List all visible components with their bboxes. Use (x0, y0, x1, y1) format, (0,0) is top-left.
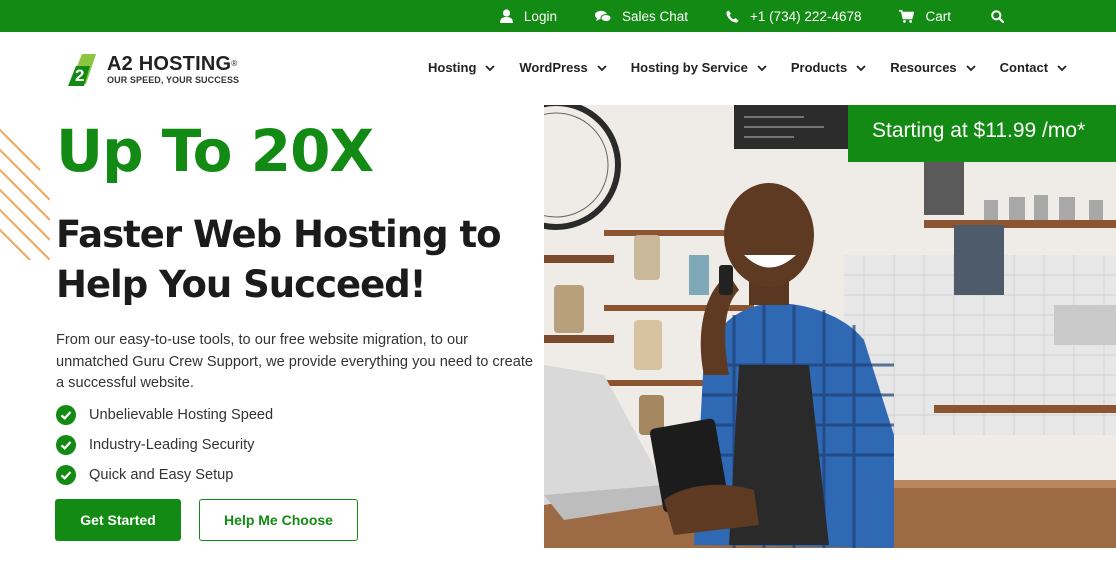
nav-label: Resources (890, 60, 957, 75)
phone-icon (726, 10, 739, 23)
nav-hosting[interactable]: Hosting (428, 60, 496, 75)
hero-description: From our easy-to-use tools, to our free … (56, 332, 533, 391)
feature-list: Unbelievable Hosting Speed Industry-Lead… (56, 400, 273, 490)
main-nav: Hosting WordPress Hosting by Service Pro… (428, 60, 1091, 75)
chevron-down-icon (757, 64, 767, 71)
logo[interactable]: 2 A2 HOSTING® OUR SPEED, YOUR SUCCESS (66, 50, 239, 88)
search-button[interactable] (991, 9, 1004, 23)
chevron-down-icon (856, 64, 866, 71)
nav-label: WordPress (519, 60, 588, 75)
logo-name: A2 HOSTING (107, 52, 232, 75)
phone-label: +1 (734) 222-4678 (750, 8, 862, 24)
price-banner-text: Starting at $11.99 /mo* (872, 119, 1086, 142)
decorative-stripes (0, 128, 50, 260)
nav-wordpress[interactable]: WordPress (519, 60, 607, 75)
registered-mark: ® (231, 58, 238, 68)
hero-title: Up To 20X (56, 117, 374, 185)
check-circle-icon (56, 435, 76, 455)
check-circle-icon (56, 405, 76, 425)
hero-subtitle: Faster Web Hosting to Help You Succeed! (56, 213, 502, 306)
get-started-button[interactable]: Get Started (55, 499, 181, 541)
a2-logo-mark: 2 (68, 54, 96, 86)
hero-photo-illustration (544, 105, 1116, 548)
top-utility-bar: Login Sales Chat +1 (734) 222-4678 Cart (0, 0, 1116, 32)
cart-link[interactable]: Cart (899, 9, 951, 24)
sales-chat-link[interactable]: Sales Chat (594, 8, 689, 24)
logo-mark-digit: 2 (75, 66, 84, 85)
nav-resources[interactable]: Resources (890, 60, 976, 75)
nav-hosting-by-service[interactable]: Hosting by Service (631, 60, 767, 75)
list-item: Unbelievable Hosting Speed (56, 400, 273, 430)
logo-tagline: OUR SPEED, YOUR SUCCESS (107, 74, 240, 85)
nav-label: Contact (999, 60, 1049, 75)
feature-label: Unbelievable Hosting Speed (89, 407, 274, 423)
nav-label: Products (790, 60, 848, 75)
cart-icon (899, 9, 915, 23)
help-me-choose-button[interactable]: Help Me Choose (199, 499, 358, 541)
list-item: Industry-Leading Security (56, 430, 273, 460)
nav-contact[interactable]: Contact (1000, 60, 1067, 75)
chat-icon (594, 10, 611, 22)
hero-photo (544, 105, 1116, 548)
login-label: Login (523, 8, 557, 24)
nav-products[interactable]: Products (791, 60, 866, 75)
user-icon (499, 9, 513, 23)
check-circle-icon (56, 465, 76, 485)
feature-label: Quick and Easy Setup (89, 467, 234, 483)
sales-chat-label: Sales Chat (621, 8, 689, 24)
site-header: 2 A2 HOSTING® OUR SPEED, YOUR SUCCESS Ho… (0, 32, 1116, 104)
search-icon (991, 9, 1004, 23)
chevron-down-icon (597, 64, 607, 71)
nav-label: Hosting by Service (630, 60, 748, 75)
feature-label: Industry-Leading Security (89, 437, 255, 453)
login-link[interactable]: Login (499, 8, 557, 24)
chevron-down-icon (966, 64, 976, 71)
cart-label: Cart (925, 8, 951, 24)
chevron-down-icon (485, 64, 496, 71)
list-item: Quick and Easy Setup (56, 460, 273, 490)
phone-link[interactable]: +1 (734) 222-4678 (726, 9, 861, 24)
nav-label: Hosting (428, 60, 477, 75)
chevron-down-icon (1057, 64, 1067, 71)
